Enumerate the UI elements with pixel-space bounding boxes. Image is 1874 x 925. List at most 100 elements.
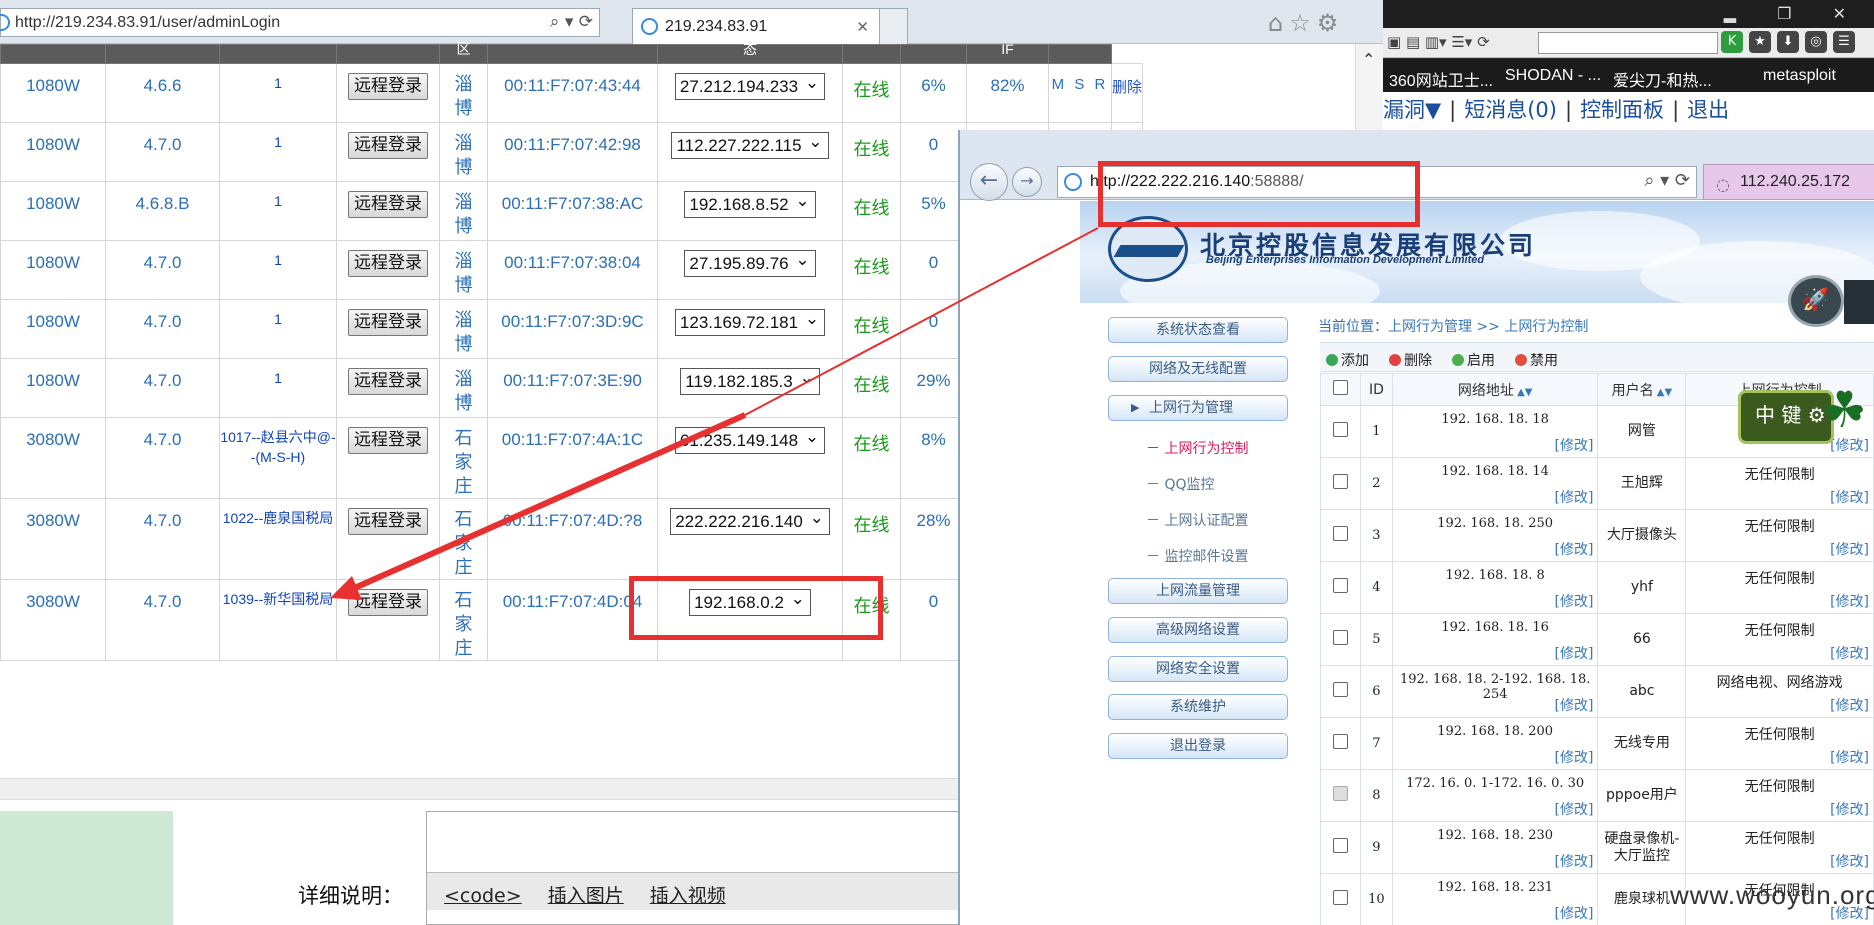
modify-ip-link[interactable]: [修改] bbox=[1555, 591, 1594, 611]
popup-tab[interactable]: ◌ 112.240.25.172 bbox=[1703, 164, 1874, 200]
insert-code-link[interactable]: <code> bbox=[444, 885, 522, 907]
remote-login-button[interactable]: 远程登录 bbox=[348, 309, 428, 336]
bookmark-shodan[interactable]: SHODAN - ... bbox=[1505, 67, 1601, 85]
extension-icons[interactable]: K ★ ⬇ ◎ ☰ bbox=[1721, 31, 1861, 53]
ime-indicator[interactable]: 中 键 ⚙ bbox=[1738, 390, 1834, 444]
modify-ip-link[interactable]: [修改] bbox=[1555, 435, 1594, 455]
row-checkbox[interactable] bbox=[1332, 890, 1348, 905]
menu-traffic-management[interactable]: 上网流量管理 bbox=[1108, 578, 1288, 604]
device-group[interactable]: 1039--新华国税局 bbox=[219, 579, 337, 661]
nav-messages[interactable]: 短消息(0) bbox=[1464, 98, 1557, 122]
submenu-behavior-control[interactable]: － 上网行为控制 bbox=[1146, 438, 1248, 458]
row-checkbox[interactable] bbox=[1332, 682, 1348, 697]
modify-limit-link[interactable]: [修改] bbox=[1830, 851, 1869, 871]
window-controls[interactable]: ▂ ❐ ✕ bbox=[1724, 4, 1864, 23]
menu-advanced-network[interactable]: 高级网络设置 bbox=[1108, 617, 1288, 643]
row-checkbox-cell[interactable] bbox=[1320, 509, 1361, 562]
menu-network-wireless[interactable]: 网络及无线配置 bbox=[1108, 356, 1288, 382]
remote-login-button[interactable]: 远程登录 bbox=[348, 250, 428, 277]
modify-ip-link[interactable]: [修改] bbox=[1555, 643, 1594, 663]
device-group[interactable]: 1022--鹿泉国税局 bbox=[219, 498, 337, 580]
bookmark-ijiandao[interactable]: 爱尖刀-和热... bbox=[1613, 67, 1712, 91]
nav-bugs[interactable]: 漏洞▼ bbox=[1383, 98, 1441, 122]
modify-limit-link[interactable]: [修改] bbox=[1830, 747, 1869, 767]
toolbar-buttons[interactable]: ▣ ▤ ▥▾ ☰▾ ⟳ bbox=[1387, 33, 1490, 51]
enable-button[interactable]: 启用 bbox=[1452, 353, 1495, 369]
device-group[interactable]: 1 bbox=[219, 122, 337, 182]
add-button[interactable]: 添加 bbox=[1326, 353, 1369, 369]
modify-limit-link[interactable]: [修改] bbox=[1830, 695, 1869, 715]
device-ip-select[interactable]: 112.227.222.115 bbox=[671, 129, 829, 159]
search-refresh-icons[interactable]: ⌕ ▾ ⟳ bbox=[1644, 170, 1690, 191]
row-checkbox[interactable] bbox=[1332, 422, 1348, 437]
row-checkbox-cell[interactable] bbox=[1320, 821, 1361, 874]
device-delete-link[interactable]: 删除 bbox=[1112, 79, 1142, 96]
remote-login-button[interactable]: 远程登录 bbox=[348, 191, 428, 218]
delete-button[interactable]: 删除 bbox=[1389, 353, 1432, 369]
device-group[interactable]: 1 bbox=[219, 63, 337, 123]
menu-system-maintenance[interactable]: 系统维护 bbox=[1108, 694, 1288, 720]
modify-ip-link[interactable]: [修改] bbox=[1555, 747, 1594, 767]
device-group[interactable]: 1 bbox=[219, 299, 337, 359]
sort-icon[interactable]: ▲▼ bbox=[1654, 387, 1672, 398]
bookmark-metasploit[interactable]: metasploit bbox=[1763, 67, 1836, 85]
home-star-gear-icons[interactable]: ⌂☆⚙ bbox=[1268, 9, 1344, 37]
remote-login-button[interactable]: 远程登录 bbox=[348, 589, 428, 616]
row-checkbox[interactable] bbox=[1332, 734, 1348, 749]
remote-login-button[interactable]: 远程登录 bbox=[348, 132, 428, 159]
row-checkbox[interactable] bbox=[1332, 838, 1348, 853]
device-ip-select[interactable]: 222.222.216.140 bbox=[670, 505, 830, 535]
kaspersky-icon[interactable]: K bbox=[1721, 31, 1743, 53]
row-checkbox-cell[interactable] bbox=[1320, 769, 1361, 822]
back-button[interactable]: ← bbox=[970, 163, 1008, 201]
sort-icon[interactable]: ▲▼ bbox=[1514, 387, 1532, 398]
modify-ip-link[interactable]: [修改] bbox=[1555, 851, 1594, 871]
rocket-accelerator-icon[interactable]: 🚀 bbox=[1788, 275, 1844, 327]
download-icon[interactable]: ⬇ bbox=[1777, 31, 1799, 53]
modify-ip-link[interactable]: [修改] bbox=[1555, 695, 1594, 715]
device-group[interactable]: 1 bbox=[219, 358, 337, 418]
close-tab-icon[interactable]: ✕ bbox=[856, 18, 869, 36]
nav-logout[interactable]: 退出 bbox=[1687, 98, 1729, 122]
device-ip-select[interactable]: 192.168.8.52 bbox=[684, 188, 816, 218]
horizontal-scrollbar[interactable] bbox=[0, 778, 960, 800]
submenu-mail-monitor[interactable]: － 监控邮件设置 bbox=[1146, 546, 1248, 566]
nav-control-panel[interactable]: 控制面板 bbox=[1580, 98, 1664, 122]
device-ip-select[interactable]: 119.182.185.3 bbox=[680, 365, 820, 395]
remote-login-button[interactable]: 远程登录 bbox=[348, 73, 428, 100]
remote-login-button[interactable]: 远程登录 bbox=[348, 427, 428, 454]
insert-image-link[interactable]: 插入图片 bbox=[548, 885, 624, 907]
search-box[interactable] bbox=[1538, 32, 1718, 54]
menu-logout[interactable]: 退出登录 bbox=[1108, 733, 1288, 759]
bookmark-360[interactable]: 360网站卫士... bbox=[1389, 67, 1493, 91]
game-icon[interactable]: ◎ bbox=[1805, 31, 1827, 53]
row-checkbox-cell[interactable] bbox=[1320, 665, 1361, 718]
modify-ip-link[interactable]: [修改] bbox=[1555, 487, 1594, 507]
row-checkbox-cell[interactable] bbox=[1320, 457, 1361, 510]
modify-limit-link[interactable]: [修改] bbox=[1830, 643, 1869, 663]
insert-video-link[interactable]: 插入视频 bbox=[650, 885, 726, 907]
modify-ip-link[interactable]: [修改] bbox=[1555, 903, 1594, 923]
breadcrumb-path[interactable]: 上网行为管理 >> 上网行为控制 bbox=[1388, 319, 1588, 335]
remote-login-button[interactable]: 远程登录 bbox=[348, 508, 428, 535]
menu-system-status[interactable]: 系统状态查看 bbox=[1108, 317, 1288, 343]
checkbox[interactable] bbox=[1332, 380, 1348, 395]
select-all-checkbox[interactable] bbox=[1320, 373, 1361, 406]
forward-button[interactable]: → bbox=[1012, 167, 1042, 197]
row-checkbox-cell[interactable] bbox=[1320, 405, 1361, 458]
modify-limit-link[interactable]: [修改] bbox=[1830, 799, 1869, 819]
modify-limit-link[interactable]: [修改] bbox=[1830, 487, 1869, 507]
scroll-up-icon[interactable]: ⌃ bbox=[1362, 50, 1375, 69]
main-address-bar[interactable]: http://219.234.83.91/user/adminLogin ⌕ ▾… bbox=[0, 8, 600, 37]
modify-limit-link[interactable]: [修改] bbox=[1830, 539, 1869, 559]
row-checkbox-cell[interactable] bbox=[1320, 561, 1361, 614]
menu-behavior-management[interactable]: ▶ 上网行为管理 bbox=[1108, 395, 1288, 421]
device-group[interactable]: 1017--赵县六中@--(M-S-H) bbox=[219, 417, 337, 499]
disable-button[interactable]: 禁用 bbox=[1515, 353, 1558, 369]
submenu-auth-config[interactable]: － 上网认证配置 bbox=[1146, 510, 1248, 530]
search-refresh-icons[interactable]: ⌕ ▾ ⟳ bbox=[550, 12, 593, 32]
device-ip-select[interactable]: 61.235.149.148 bbox=[674, 424, 826, 454]
star-icon[interactable]: ★ bbox=[1749, 31, 1771, 53]
device-ip-select[interactable]: 27.212.194.233 bbox=[674, 70, 826, 100]
main-browser-tab[interactable]: 219.234.83.91 ✕ bbox=[632, 8, 880, 44]
